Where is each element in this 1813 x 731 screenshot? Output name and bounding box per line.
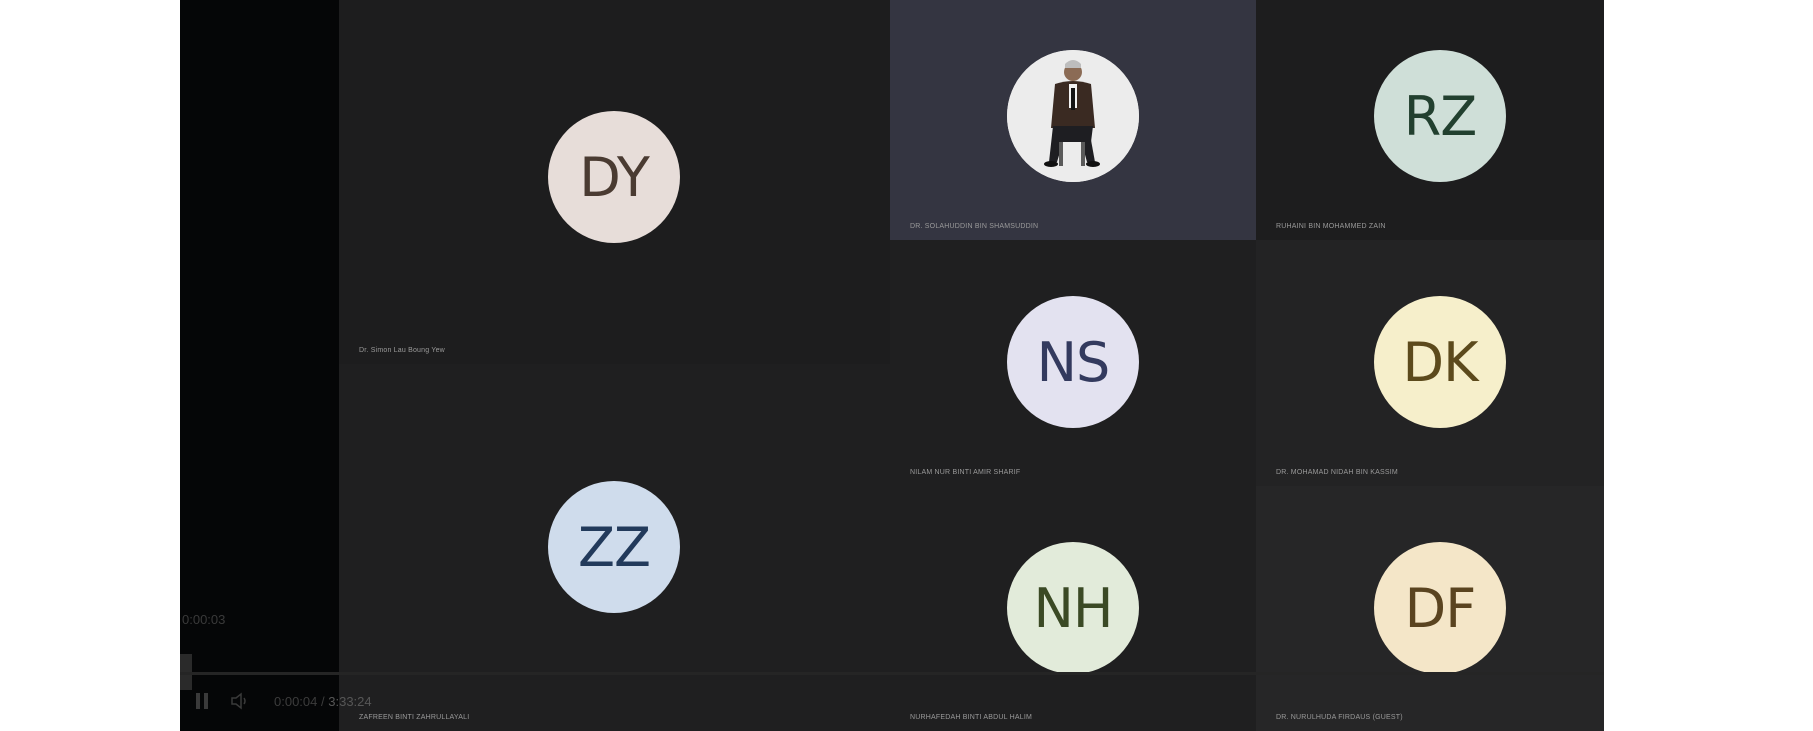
volume-icon [231, 692, 246, 710]
elapsed-time: 0:00:04 [274, 694, 318, 709]
participant-tile-rz[interactable]: RZ RUHAINI BIN MOHAMMED ZAIN [1256, 0, 1604, 240]
participant-tile-photo[interactable]: DR. SOLAHUDDIN BIN SHAMSUDDIN [890, 0, 1256, 240]
avatar-rz: RZ [1374, 50, 1506, 182]
avatar-dk: DK [1374, 296, 1506, 428]
pause-icon [196, 693, 208, 709]
pause-button[interactable] [194, 692, 210, 714]
participant-tile-dk[interactable]: DK DR. MOHAMAD NIDAH BIN KASSIM [1256, 240, 1604, 486]
participant-tile-ns[interactable]: NS NILAM NUR BINTI AMIR SHARIF [890, 240, 1256, 486]
person-photo-icon [1007, 50, 1139, 182]
total-time: 3:33:24 [328, 694, 372, 709]
video-player-controls: 0:00:03 0:00:04 / 3:33:24 [180, 600, 1604, 731]
participant-name: DR. SOLAHUDDIN BIN SHAMSUDDIN [910, 223, 1039, 230]
participant-name: RUHAINI BIN MOHAMMED ZAIN [1276, 223, 1386, 230]
avatar-dy: DY [548, 111, 680, 243]
playback-time: 0:00:04 / 3:33:24 [274, 694, 372, 709]
video-frame: DY Dr. Simon Lau Boung Yew ZZ ZAFREEN BI… [180, 0, 1604, 731]
avatar-ns: NS [1007, 296, 1139, 428]
elapsed-time-tooltip: 0:00:03 [182, 612, 226, 627]
volume-button[interactable] [230, 692, 252, 714]
avatar-photo [1007, 50, 1139, 182]
seek-bar[interactable] [180, 672, 1604, 675]
participant-name: NILAM NUR BINTI AMIR SHARIF [910, 469, 1021, 476]
time-separator: / [321, 694, 325, 709]
avatar-zz: ZZ [548, 481, 680, 613]
participant-name: DR. MOHAMAD NIDAH BIN KASSIM [1276, 469, 1398, 476]
participant-name: Dr. Simon Lau Boung Yew [359, 347, 445, 354]
participant-tile-dy[interactable]: DY Dr. Simon Lau Boung Yew [339, 0, 890, 364]
